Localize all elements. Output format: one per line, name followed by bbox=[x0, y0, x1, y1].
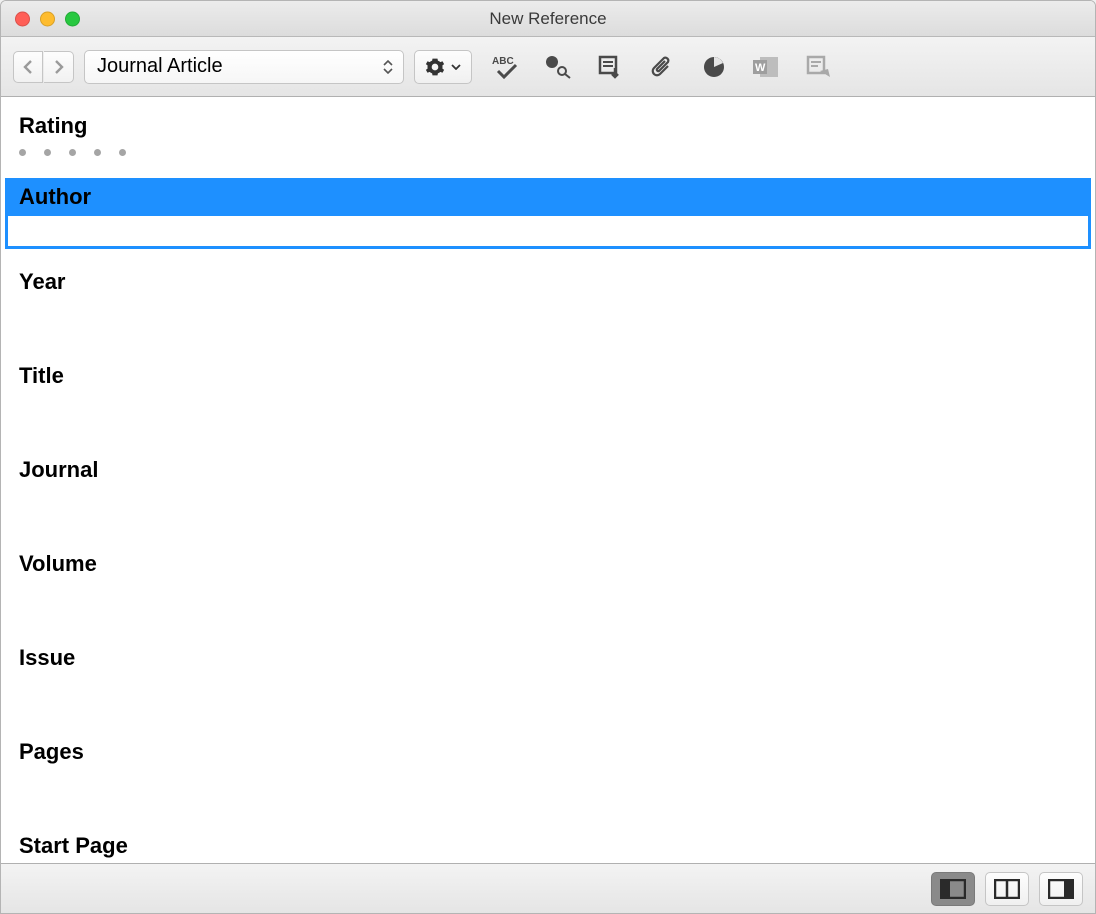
bottom-toolbar bbox=[1, 863, 1095, 913]
field-label-journal: Journal bbox=[1, 445, 1095, 489]
field-label-volume: Volume bbox=[1, 539, 1095, 583]
close-window-button[interactable] bbox=[15, 11, 30, 26]
field-label-title: Title bbox=[1, 351, 1095, 395]
title-input-area[interactable] bbox=[1, 395, 1095, 441]
issue-input-area[interactable] bbox=[1, 677, 1095, 723]
spellcheck-button[interactable]: ABC bbox=[492, 53, 520, 81]
chevron-left-icon bbox=[22, 59, 34, 75]
update-button[interactable] bbox=[804, 53, 832, 81]
field-title[interactable]: Title bbox=[1, 347, 1095, 441]
lookup-button[interactable] bbox=[544, 53, 572, 81]
traffic-lights bbox=[15, 11, 80, 26]
update-icon bbox=[806, 55, 830, 79]
field-label-year: Year bbox=[1, 257, 1095, 301]
author-input-frame bbox=[5, 216, 1091, 249]
layout-toggle-split[interactable] bbox=[985, 872, 1029, 906]
rating-dot[interactable] bbox=[119, 149, 126, 156]
select-stepper-icon bbox=[383, 60, 393, 74]
spellcheck-icon: ABC bbox=[492, 54, 520, 80]
field-label-start-page: Start Page bbox=[1, 821, 1095, 863]
options-menu-button[interactable] bbox=[414, 50, 472, 84]
field-rating: Rating bbox=[1, 97, 1095, 174]
field-label-pages: Pages bbox=[1, 727, 1095, 771]
nav-back-button[interactable] bbox=[13, 51, 43, 83]
field-pages[interactable]: Pages bbox=[1, 723, 1095, 817]
chart-button[interactable] bbox=[700, 53, 728, 81]
layout-right-icon bbox=[1048, 879, 1074, 899]
rating-dot[interactable] bbox=[94, 149, 101, 156]
toolbar: Journal Article ABC bbox=[1, 37, 1095, 97]
rating-dot[interactable] bbox=[69, 149, 76, 156]
chart-icon bbox=[702, 55, 726, 79]
svg-text:W: W bbox=[755, 62, 766, 74]
field-volume[interactable]: Volume bbox=[1, 535, 1095, 629]
field-start-page[interactable]: Start Page bbox=[1, 817, 1095, 863]
field-label-author[interactable]: Author bbox=[5, 178, 1091, 216]
chevron-right-icon bbox=[53, 59, 65, 75]
svg-text:ABC: ABC bbox=[492, 56, 514, 67]
export-button[interactable] bbox=[596, 53, 624, 81]
nav-buttons bbox=[13, 51, 74, 83]
export-icon bbox=[598, 55, 622, 79]
journal-input-area[interactable] bbox=[1, 489, 1095, 535]
field-issue[interactable]: Issue bbox=[1, 629, 1095, 723]
author-input[interactable] bbox=[8, 216, 1088, 246]
word-button[interactable]: W bbox=[752, 53, 780, 81]
attach-button[interactable] bbox=[648, 53, 676, 81]
paperclip-icon bbox=[650, 54, 674, 80]
chevron-down-icon bbox=[451, 64, 461, 70]
nav-forward-button[interactable] bbox=[44, 51, 74, 83]
rating-dot[interactable] bbox=[44, 149, 51, 156]
fields-area[interactable]: Rating Author Year Title Journal bbox=[1, 97, 1095, 863]
field-journal[interactable]: Journal bbox=[1, 441, 1095, 535]
rating-dot[interactable] bbox=[19, 149, 26, 156]
volume-input-area[interactable] bbox=[1, 583, 1095, 629]
lookup-icon bbox=[545, 55, 571, 79]
minimize-window-button[interactable] bbox=[40, 11, 55, 26]
word-icon: W bbox=[752, 55, 780, 79]
reference-type-select[interactable]: Journal Article bbox=[84, 50, 404, 84]
field-label-issue: Issue bbox=[1, 633, 1095, 677]
layout-toggle-left[interactable] bbox=[931, 872, 975, 906]
field-label-rating: Rating bbox=[1, 101, 1095, 145]
field-year[interactable]: Year bbox=[1, 253, 1095, 347]
toolbar-actions: ABC bbox=[492, 53, 832, 81]
reference-type-value: Journal Article bbox=[97, 55, 223, 78]
window-title: New Reference bbox=[1, 9, 1095, 29]
layout-split-icon bbox=[994, 879, 1020, 899]
layout-toggle-right[interactable] bbox=[1039, 872, 1083, 906]
layout-left-icon bbox=[940, 879, 966, 899]
rating-control[interactable] bbox=[1, 145, 1095, 174]
field-author: Author bbox=[1, 174, 1095, 249]
zoom-window-button[interactable] bbox=[65, 11, 80, 26]
titlebar: New Reference bbox=[1, 1, 1095, 37]
gear-icon bbox=[425, 57, 445, 77]
year-input-area[interactable] bbox=[1, 301, 1095, 347]
new-reference-window: New Reference Journal Article A bbox=[0, 0, 1096, 914]
pages-input-area[interactable] bbox=[1, 771, 1095, 817]
